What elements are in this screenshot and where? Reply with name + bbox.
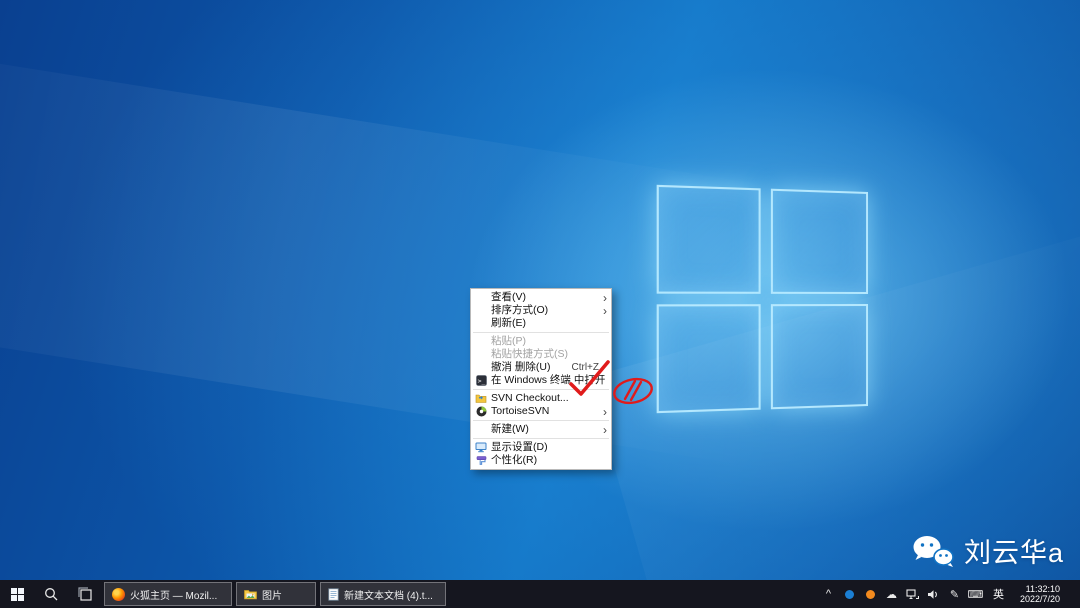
taskbar-app-firefox[interactable]: 火狐主页 — Mozil... <box>104 582 232 606</box>
submenu-arrow-icon: › <box>599 305 611 317</box>
task-view-button[interactable] <box>68 580 102 608</box>
taskbar-app-pictures[interactable]: 图片 <box>236 582 316 606</box>
tortoisesvn-icon <box>476 406 487 417</box>
menu-item-shortcut: Ctrl+Z <box>572 361 612 374</box>
menu-item-label: 在 Windows 终端 中打开 <box>491 374 605 387</box>
menu-item-tortoisesvn[interactable]: TortoiseSVN › <box>471 405 611 418</box>
svn-checkout-icon <box>475 393 487 404</box>
start-button[interactable] <box>0 580 34 608</box>
windows-terminal-icon: >_ <box>476 375 487 386</box>
window-pane <box>657 304 761 413</box>
taskbar-app-label: 火狐主页 — Mozil... <box>130 587 217 602</box>
hidden-icons-chevron[interactable]: ^ <box>821 586 836 602</box>
taskbar-clock[interactable]: 11:32:10 2022/7/20 <box>1014 584 1066 604</box>
firefox-icon <box>112 588 125 601</box>
menu-item-label: TortoiseSVN <box>491 405 549 418</box>
tray-app-orange-icon[interactable] <box>863 586 878 602</box>
display-settings-icon <box>475 442 487 453</box>
wechat-icon <box>912 534 954 568</box>
menu-item-view[interactable]: 查看(V) › <box>471 291 611 304</box>
window-pane <box>657 185 761 294</box>
menu-item-paste: 粘贴(P) <box>471 335 611 348</box>
menu-separator <box>473 438 609 439</box>
windows-start-icon <box>11 588 24 601</box>
menu-item-personalize[interactable]: 个性化(R) <box>471 454 611 467</box>
desktop[interactable]: 查看(V) › 排序方式(O) › 刷新(E) 粘贴(P) 粘贴快捷方式(S) … <box>0 0 1080 608</box>
menu-item-open-in-windows-terminal[interactable]: >_ 在 Windows 终端 中打开 <box>471 374 611 387</box>
clock-time: 11:32:10 <box>1020 584 1060 594</box>
menu-separator <box>473 389 609 390</box>
menu-separator <box>473 420 609 421</box>
notepad-icon <box>328 588 339 601</box>
search-icon <box>44 587 58 601</box>
menu-item-label: 显示设置(D) <box>491 441 548 454</box>
windows-logo-wallpaper <box>657 185 868 413</box>
menu-item-label: 撤消 删除(U) <box>491 361 551 374</box>
svg-text:>_: >_ <box>477 377 485 385</box>
wechat-watermark: 刘云华a <box>912 531 1064 570</box>
menu-item-new[interactable]: 新建(W) › <box>471 423 611 436</box>
menu-item-label: 个性化(R) <box>491 454 537 467</box>
menu-item-paste-shortcut: 粘贴快捷方式(S) <box>471 348 611 361</box>
menu-item-display-settings[interactable]: 显示设置(D) <box>471 441 611 454</box>
onedrive-cloud-icon[interactable]: ☁ <box>884 586 899 602</box>
menu-item-sort-by[interactable]: 排序方式(O) › <box>471 304 611 317</box>
menu-separator <box>473 332 609 333</box>
submenu-arrow-icon: › <box>599 424 611 436</box>
personalization-icon <box>476 455 487 466</box>
pen-icon[interactable]: ✎ <box>947 586 962 602</box>
pictures-folder-icon <box>244 589 257 600</box>
window-pane <box>771 189 868 294</box>
menu-item-label: 新建(W) <box>491 423 529 436</box>
menu-item-label: 排序方式(O) <box>491 304 548 317</box>
menu-item-label: 粘贴快捷方式(S) <box>491 348 568 361</box>
taskbar-app-notepad[interactable]: 新建文本文档 (4).t... <box>320 582 446 606</box>
taskbar: 火狐主页 — Mozil... 图片 新建文本文档 (4).t... ^ ☁ ✎… <box>0 580 1080 608</box>
menu-item-svn-checkout[interactable]: SVN Checkout... <box>471 392 611 405</box>
menu-item-label: SVN Checkout... <box>491 392 569 405</box>
menu-item-label: 查看(V) <box>491 291 526 304</box>
search-button[interactable] <box>34 580 68 608</box>
task-view-icon <box>78 587 92 601</box>
taskbar-app-label: 新建文本文档 (4).t... <box>344 587 433 602</box>
watermark-name: 刘云华a <box>964 531 1064 570</box>
ime-indicator[interactable]: 英 <box>989 586 1008 602</box>
tray-app-blue-icon[interactable] <box>842 586 857 602</box>
clock-date: 2022/7/20 <box>1020 594 1060 604</box>
system-tray: ^ ☁ ✎ ⌨ 英 11:32:10 2022/7/20 <box>821 580 1080 608</box>
red-circle-slashes-annotation <box>610 374 656 408</box>
network-icon[interactable] <box>905 586 920 602</box>
submenu-arrow-icon: › <box>599 292 611 304</box>
menu-item-undo-delete[interactable]: 撤消 删除(U) Ctrl+Z <box>471 361 611 374</box>
menu-item-refresh[interactable]: 刷新(E) <box>471 317 611 330</box>
window-pane <box>771 304 868 409</box>
touch-keyboard-icon[interactable]: ⌨ <box>968 586 983 602</box>
context-menu: 查看(V) › 排序方式(O) › 刷新(E) 粘贴(P) 粘贴快捷方式(S) … <box>470 288 612 470</box>
menu-item-label: 粘贴(P) <box>491 335 526 348</box>
volume-icon[interactable] <box>926 586 941 602</box>
submenu-arrow-icon: › <box>599 406 611 418</box>
menu-item-label: 刷新(E) <box>491 317 526 330</box>
taskbar-app-label: 图片 <box>262 587 282 602</box>
